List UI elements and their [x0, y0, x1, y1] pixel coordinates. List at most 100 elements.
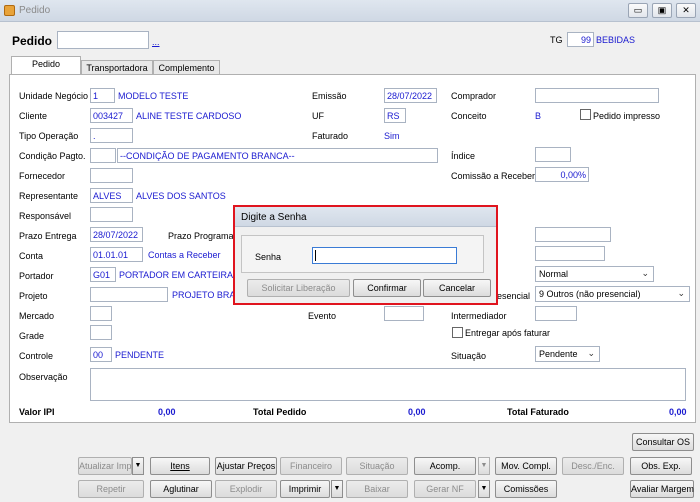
chevron-down-icon: ⌄ — [641, 268, 649, 278]
chevron-down-icon: ▼ — [333, 485, 341, 492]
tipo-operacao-label: Tipo Operação — [19, 131, 79, 141]
explodir-button[interactable]: Explodir — [215, 480, 277, 498]
baixar-button[interactable]: Baixar — [346, 480, 408, 498]
acomp-button[interactable]: Acomp. — [414, 457, 476, 475]
acomp-dropdown[interactable]: ▼ — [478, 457, 490, 475]
fornecedor-label: Fornecedor — [19, 171, 66, 181]
situacao-select[interactable]: Pendente ⌄ — [535, 346, 600, 362]
condicao-pagto-code[interactable] — [90, 148, 116, 163]
obs-exp-button[interactable]: Obs. Exp. — [630, 457, 692, 475]
close-button[interactable]: ✕ — [676, 3, 696, 18]
intermediador-field[interactable] — [535, 306, 577, 321]
tipo-select[interactable]: Normal ⌄ — [535, 266, 654, 282]
uf-field[interactable]: RS — [384, 108, 406, 123]
financeiro-button[interactable]: Financeiro — [280, 457, 342, 475]
situacao-label: Situação — [451, 351, 487, 361]
cliente-code[interactable]: 003427 — [90, 108, 133, 123]
tg-name: BEBIDAS — [596, 35, 636, 45]
conceito-label: Conceito — [451, 111, 487, 121]
chevron-down-icon: ▼ — [134, 462, 142, 469]
chevron-down-icon: ▼ — [480, 485, 488, 492]
conta-code[interactable]: 01.01.01 — [90, 247, 143, 262]
imprimir-dropdown[interactable]: ▼ — [331, 480, 343, 498]
mercado-label: Mercado — [19, 311, 55, 321]
pedido-title: Pedido — [12, 34, 53, 48]
emissao-label: Emissão — [312, 91, 347, 101]
solicitar-liberacao-button[interactable]: Solicitar Liberação — [247, 279, 350, 297]
representante-name: ALVES DOS SANTOS — [136, 191, 226, 201]
conceito-value: B — [535, 111, 542, 121]
grade-field[interactable] — [90, 325, 112, 340]
right-field-2[interactable] — [535, 246, 605, 261]
entregar-apos-faturar-label: Entregar após faturar — [465, 328, 551, 338]
pedido-impresso-checkbox[interactable] — [580, 109, 591, 120]
comissao-label: Comissão a Receber — [451, 171, 536, 181]
prazo-entrega-label: Prazo Entrega — [19, 231, 77, 241]
dialog-title-bar: Digite a Senha — [235, 207, 496, 227]
tab-pedido[interactable]: Pedido — [11, 56, 81, 74]
observacao-field[interactable] — [90, 368, 686, 401]
consultar-os-button[interactable]: Consultar OS — [632, 433, 694, 451]
representante-code[interactable]: ALVES — [90, 188, 133, 203]
mov-compl-button[interactable]: Mov. Compl. — [495, 457, 557, 475]
prazo-entrega-field[interactable]: 28/07/2022 — [90, 227, 143, 242]
portador-code[interactable]: G01 — [90, 267, 116, 282]
situacao-select-value: Pendente — [539, 349, 578, 359]
avaliar-margem-button[interactable]: Avaliar Margem — [630, 480, 694, 498]
confirmar-button[interactable]: Confirmar — [353, 279, 421, 297]
senha-input[interactable] — [312, 247, 457, 264]
pedido-lookup-link[interactable]: ... — [152, 37, 160, 47]
situacao-button[interactable]: Situação — [346, 457, 408, 475]
desc-enc-button[interactable]: Desc./Enc. — [562, 457, 624, 475]
itens-button[interactable]: Itens — [150, 457, 210, 475]
evento-field[interactable] — [384, 306, 424, 321]
condicao-pagto-name[interactable]: --CONDIÇÃO DE PAGAMENTO BRANCA-- — [117, 148, 438, 163]
window-title: Pedido — [19, 5, 51, 16]
uf-label: UF — [312, 111, 324, 121]
cancelar-button[interactable]: Cancelar — [423, 279, 491, 297]
aglutinar-button[interactable]: Aglutinar — [150, 480, 212, 498]
fornecedor-field[interactable] — [90, 168, 133, 183]
tg-code-field[interactable]: 99 — [567, 32, 594, 47]
atualizar-imp-button[interactable]: Atualizar Imp — [78, 457, 132, 475]
presencial-select[interactable]: 9 Outros (não presencial) ⌄ — [535, 286, 690, 302]
chevron-down-icon: ▼ — [480, 462, 488, 469]
chevron-down-icon: ⌄ — [677, 288, 685, 298]
entregar-apos-faturar-checkbox[interactable] — [452, 327, 463, 338]
conta-label: Conta — [19, 251, 44, 261]
projeto-field[interactable] — [90, 287, 168, 302]
projeto-label: Projeto — [19, 291, 48, 301]
password-dialog: Digite a Senha Senha Solicitar Liberação… — [233, 205, 498, 305]
minimize-button[interactable]: ▭ — [628, 3, 648, 18]
condicao-pagto-label: Condição Pagto. — [19, 151, 86, 161]
cliente-name: ALINE TESTE CARDOSO — [136, 111, 242, 121]
comissao-field[interactable]: 0,00% — [535, 167, 589, 182]
controle-code[interactable]: 00 — [90, 347, 112, 362]
unidade-negocio-code[interactable]: 1 — [90, 88, 115, 103]
senha-label: Senha — [255, 252, 282, 262]
comprador-label: Comprador — [451, 91, 497, 101]
maximize-button[interactable]: ▣ — [652, 3, 672, 18]
pedido-number-field[interactable] — [57, 31, 149, 49]
responsavel-field[interactable] — [90, 207, 133, 222]
mercado-field[interactable] — [90, 306, 112, 321]
comprador-field[interactable] — [535, 88, 659, 103]
total-pedido-value: 0,00 — [408, 407, 426, 417]
emissao-field[interactable]: 28/07/2022 — [384, 88, 437, 103]
tipo-operacao-field[interactable]: . — [90, 128, 133, 143]
gerar-nf-dropdown[interactable]: ▼ — [478, 480, 490, 498]
pedido-impresso-label: Pedido impresso — [593, 111, 661, 121]
right-field-1[interactable] — [535, 227, 611, 242]
imprimir-button[interactable]: Imprimir — [280, 480, 330, 498]
indice-field[interactable] — [535, 147, 571, 162]
app-icon — [4, 5, 15, 16]
repetir-button[interactable]: Repetir — [78, 480, 144, 498]
gerar-nf-button[interactable]: Gerar NF — [414, 480, 476, 498]
ajustar-precos-button[interactable]: Ajustar Preços — [215, 457, 277, 475]
unidade-negocio-name: MODELO TESTE — [118, 91, 189, 101]
comissoes-button[interactable]: Comissões — [495, 480, 557, 498]
presencial-label: resencial — [494, 291, 531, 301]
atualizar-imp-dropdown[interactable]: ▼ — [132, 457, 144, 475]
faturado-label: Faturado — [312, 131, 349, 141]
evento-label: Evento — [308, 311, 337, 321]
